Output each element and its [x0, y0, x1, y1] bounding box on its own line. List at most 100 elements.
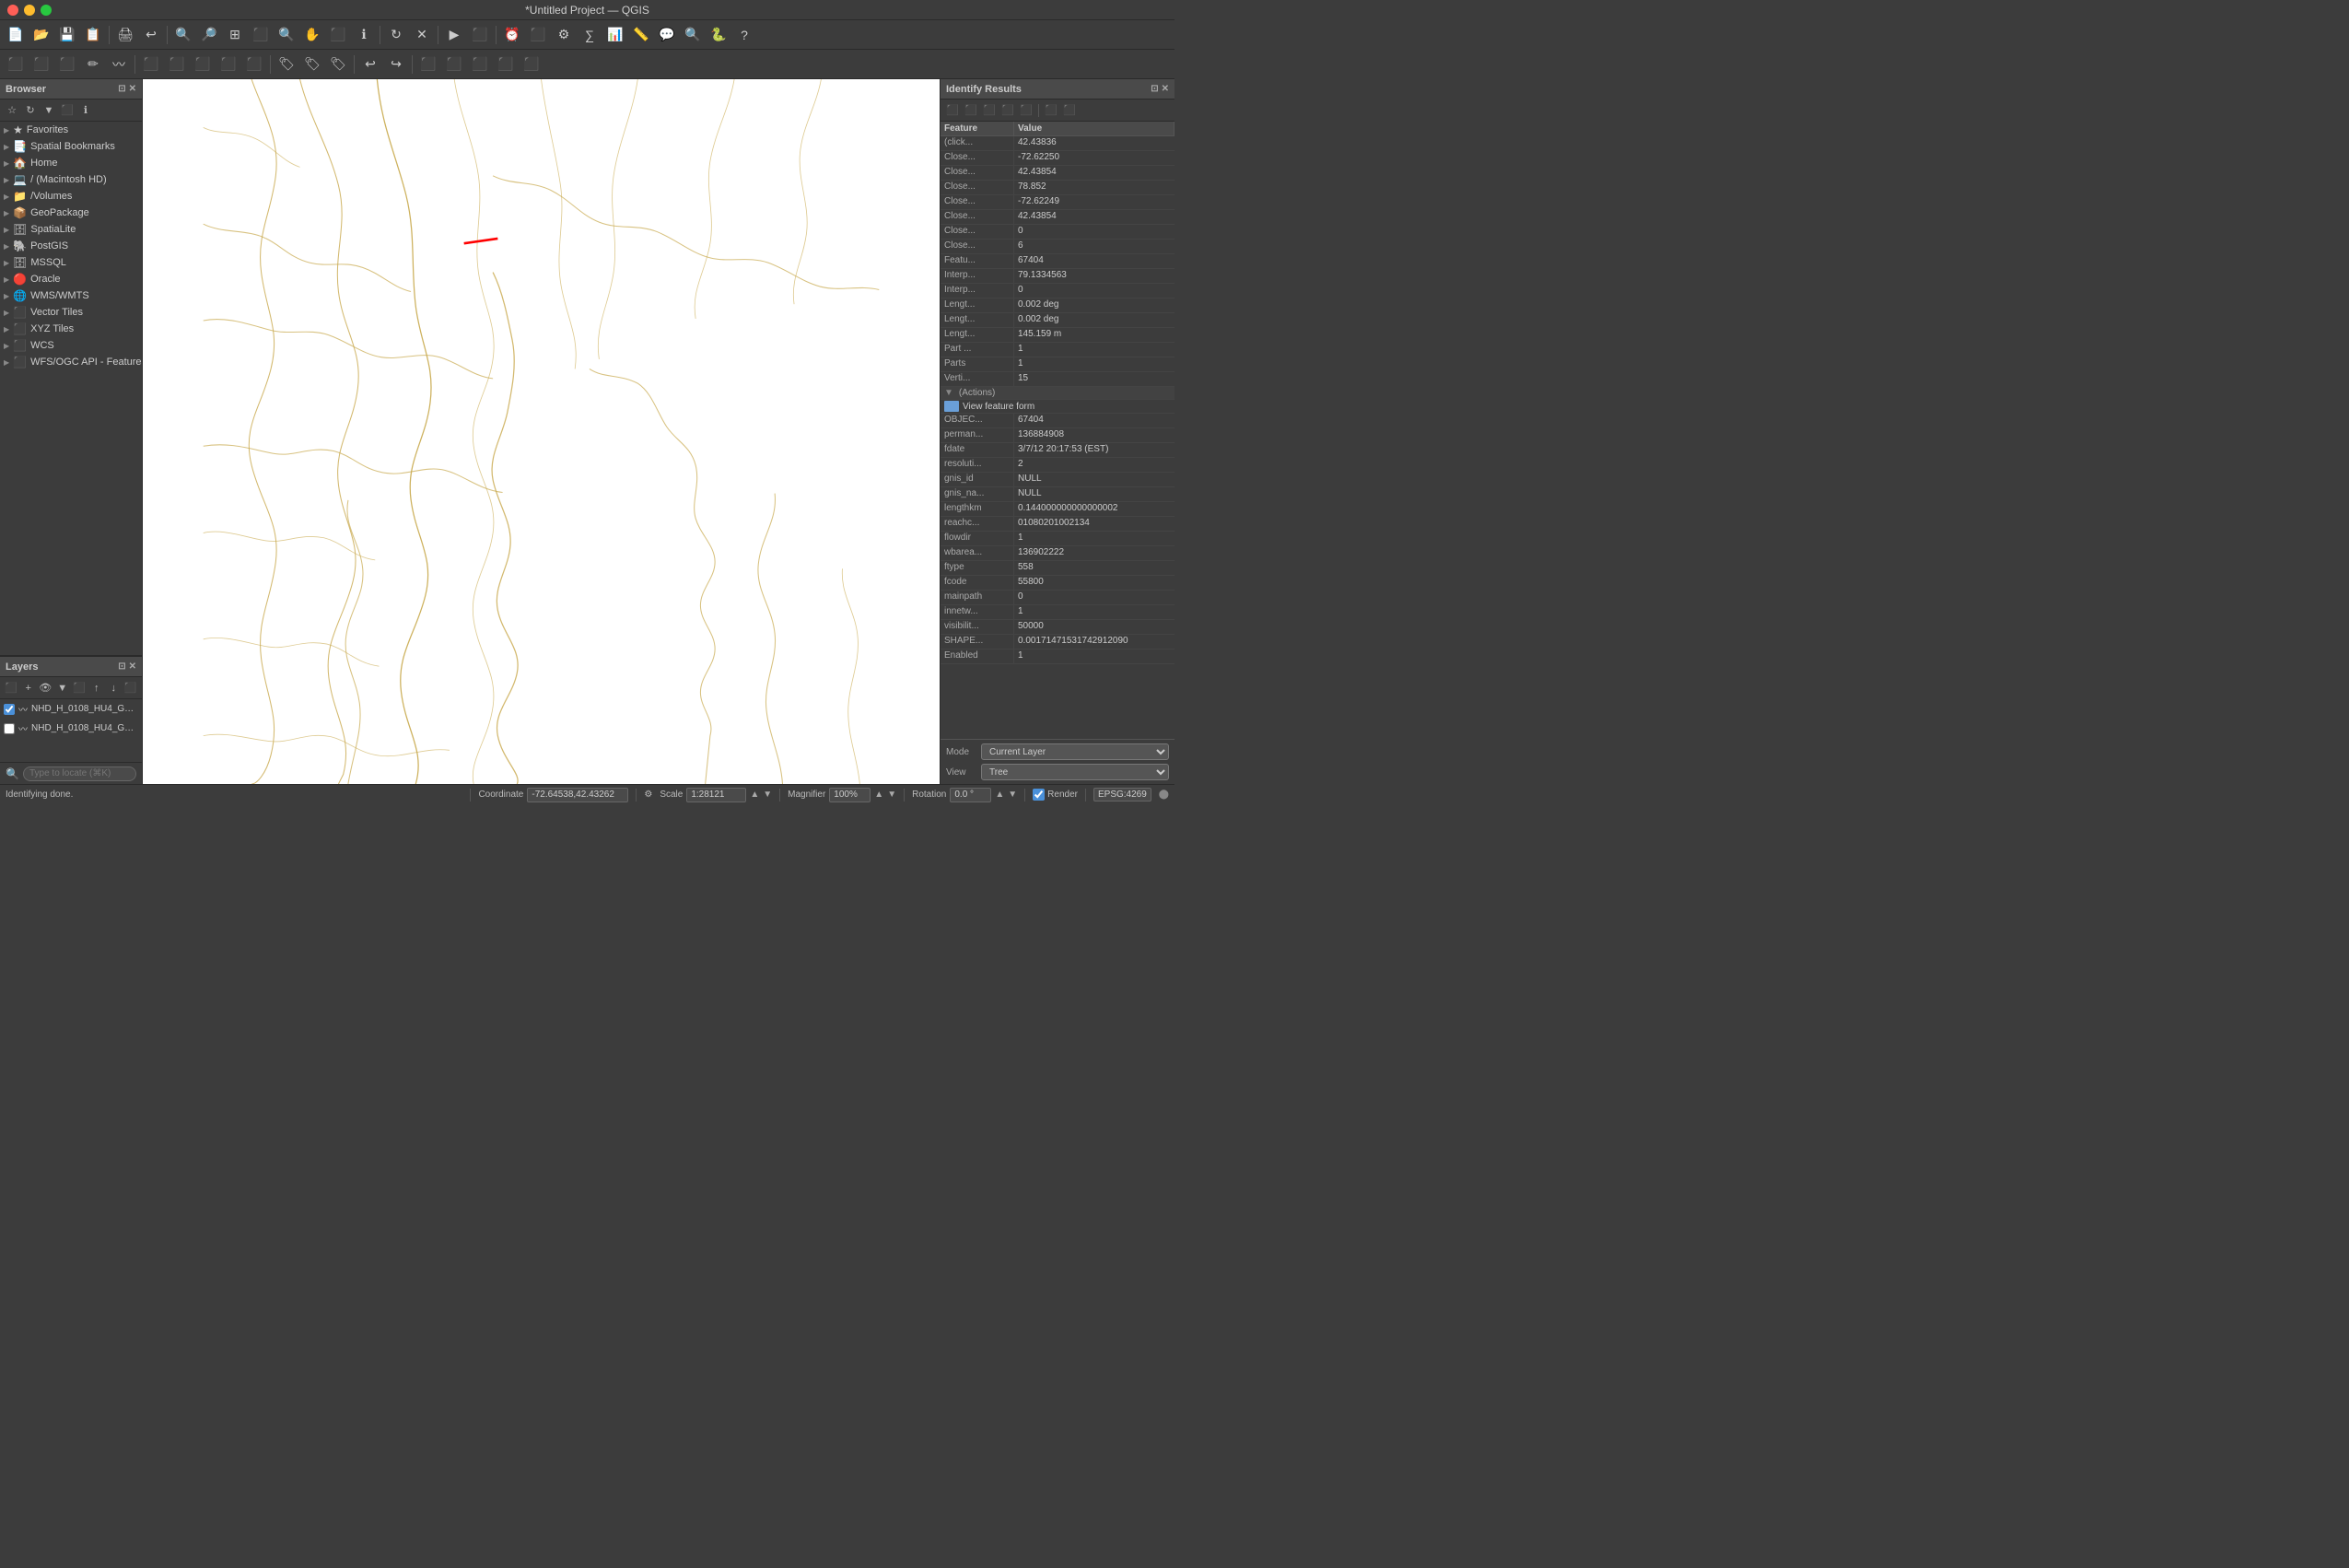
- browser-filter-btn[interactable]: ▼: [41, 102, 57, 119]
- browser-close-button[interactable]: ✕: [129, 84, 136, 94]
- ir-row-mainpath[interactable]: mainpath 0: [941, 591, 1174, 605]
- ir-row-8[interactable]: Interp... 79.1334563: [941, 269, 1174, 284]
- digitize-btn-2[interactable]: 〰: [107, 53, 131, 76]
- rotation-spinner-down[interactable]: ▼: [1008, 790, 1017, 800]
- ir-row-ftype[interactable]: ftype 558: [941, 561, 1174, 576]
- magnifier-spinner-up[interactable]: ▲: [874, 790, 883, 800]
- ir-row-reachc[interactable]: reachc... 01080201002134: [941, 517, 1174, 532]
- ir-row-11[interactable]: Lengt... 0.002 deg: [941, 313, 1174, 328]
- zoom-selection-button[interactable]: 🔍: [275, 23, 298, 47]
- label-btn-3[interactable]: 🏷: [326, 53, 350, 76]
- browser-item-wcs[interactable]: ▶ ⬛ WCS: [0, 337, 142, 354]
- digitize-btn-1[interactable]: ✏: [81, 53, 105, 76]
- magnifier-spinner-down[interactable]: ▼: [887, 790, 896, 800]
- rotation-spinner-up[interactable]: ▲: [995, 790, 1004, 800]
- ir-row-innetw[interactable]: innetw... 1: [941, 605, 1174, 620]
- ir-clear-btn[interactable]: ⬛: [1043, 102, 1059, 119]
- measure-button[interactable]: 📏: [629, 23, 653, 47]
- zoom-in-button[interactable]: 🔍: [171, 23, 195, 47]
- browser-item-favorites[interactable]: ▶ ★ Favorites: [0, 122, 142, 138]
- ir-row-10[interactable]: Lengt... 0.002 deg: [941, 298, 1174, 313]
- settings-button[interactable]: ⚙: [552, 23, 576, 47]
- browser-item-xyz-tiles[interactable]: ▶ ⬛ XYZ Tiles: [0, 321, 142, 337]
- search-locator-button[interactable]: 🔍: [681, 23, 705, 47]
- browser-item-wfs[interactable]: ▶ ⬛ WFS/OGC API - Features: [0, 354, 142, 370]
- layer-btn-1[interactable]: ⬛: [4, 53, 28, 76]
- digitize-btn-3[interactable]: ⬛: [139, 53, 163, 76]
- ir-row-shape[interactable]: SHAPE... 0.00171471531742912090: [941, 635, 1174, 649]
- ir-close-button[interactable]: ✕: [1162, 84, 1169, 94]
- ir-row-fcode[interactable]: fcode 55800: [941, 576, 1174, 591]
- misc-btn-2[interactable]: ⬛: [442, 53, 466, 76]
- layers-visibility-btn[interactable]: 👁: [38, 680, 53, 696]
- ir-row-0[interactable]: Close... -72.62250: [941, 151, 1174, 166]
- magnifier-input[interactable]: [829, 788, 871, 802]
- layer-item-nhd-flow[interactable]: 〰 NHD_H_0108_HU4_GDB — NHDFlow...: [0, 719, 142, 738]
- zoom-layer-button[interactable]: ⬛: [249, 23, 273, 47]
- ir-expand-all-btn[interactable]: ⬛: [944, 102, 961, 119]
- misc-btn-4[interactable]: ⬛: [494, 53, 518, 76]
- scale-spinner-down[interactable]: ▼: [763, 790, 772, 800]
- browser-item-vector-tiles[interactable]: ▶ ⬛ Vector Tiles: [0, 304, 142, 321]
- ir-row-5[interactable]: Close... 0: [941, 225, 1174, 240]
- ir-highlight-btn[interactable]: ⬛: [1061, 102, 1078, 119]
- digitize-btn-6[interactable]: ⬛: [216, 53, 240, 76]
- print-layout-button[interactable]: 🖨: [113, 23, 137, 47]
- ir-row-resolution[interactable]: resoluti... 2: [941, 458, 1174, 473]
- tile-button[interactable]: ⬛: [526, 23, 550, 47]
- ir-row-13[interactable]: Part ... 1: [941, 343, 1174, 357]
- pan-button[interactable]: ✋: [300, 23, 324, 47]
- ir-row-visibility[interactable]: visibilit... 50000: [941, 620, 1174, 635]
- layers-up-btn[interactable]: ↑: [89, 680, 105, 696]
- ir-row-15[interactable]: Verti... 15: [941, 372, 1174, 387]
- crs-badge[interactable]: EPSG:4269: [1093, 788, 1151, 802]
- layers-remove-btn[interactable]: ⬛: [123, 680, 139, 696]
- save-project-button[interactable]: 💾: [55, 23, 79, 47]
- undo-redo-2[interactable]: ↪: [384, 53, 408, 76]
- browser-info-btn[interactable]: ℹ: [77, 102, 94, 119]
- label-btn-2[interactable]: 🏷: [300, 53, 324, 76]
- layers-down-btn[interactable]: ↓: [106, 680, 122, 696]
- browser-item-macintosh[interactable]: ▶ 💻 / (Macintosh HD): [0, 171, 142, 188]
- misc-btn-1[interactable]: ⬛: [416, 53, 440, 76]
- identify-button[interactable]: ℹ: [352, 23, 376, 47]
- layers-more-btn[interactable]: ⬛: [72, 680, 88, 696]
- ir-row-1[interactable]: Close... 42.43854: [941, 166, 1174, 181]
- layer-checkbox-nhd-hi[interactable]: [4, 704, 15, 715]
- scale-input[interactable]: [686, 788, 746, 802]
- layers-add-btn[interactable]: +: [21, 680, 37, 696]
- ir-row-12[interactable]: Lengt... 145.159 m: [941, 328, 1174, 343]
- clock-button[interactable]: ⏰: [500, 23, 524, 47]
- browser-item-volumes[interactable]: ▶ 📁 /Volumes: [0, 188, 142, 205]
- misc-btn-3[interactable]: ⬛: [468, 53, 492, 76]
- browser-favorites-btn[interactable]: ☆: [4, 102, 20, 119]
- ir-row-wbarea[interactable]: wbarea... 136902222: [941, 546, 1174, 561]
- ir-view-select[interactable]: Tree Table: [981, 764, 1169, 780]
- maximize-button[interactable]: [41, 5, 52, 16]
- layer-item-nhd-hi[interactable]: 〰 NHD_H_0108_HU4_GDB — NHDF...: [0, 699, 142, 719]
- help-button[interactable]: ?: [732, 23, 756, 47]
- map-canvas[interactable]: [143, 79, 940, 784]
- layers-open-btn[interactable]: ⬛: [4, 680, 19, 696]
- ir-collapse-all-btn[interactable]: ⬛: [963, 102, 979, 119]
- annotation-button[interactable]: 💬: [655, 23, 679, 47]
- browser-item-spatial-bookmarks[interactable]: ▶ 📑 Spatial Bookmarks: [0, 138, 142, 155]
- ir-copy-btn[interactable]: ⬛: [999, 102, 1016, 119]
- open-project-button[interactable]: 📂: [29, 23, 53, 47]
- browser-item-spatialite[interactable]: ▶ 🗄 SpatiaLite: [0, 221, 142, 238]
- search-input[interactable]: [23, 766, 136, 781]
- ir-row-3[interactable]: Close... -72.62249: [941, 195, 1174, 210]
- select-rect-button[interactable]: ⬛: [468, 23, 492, 47]
- browser-collapse-btn[interactable]: ⬛: [59, 102, 76, 119]
- coordinate-input[interactable]: [527, 788, 628, 802]
- save-as-button[interactable]: 📋: [81, 23, 105, 47]
- ir-row-click[interactable]: (click... 42.43836: [941, 136, 1174, 151]
- zoom-out-button[interactable]: 🔎: [197, 23, 221, 47]
- digitize-btn-4[interactable]: ⬛: [165, 53, 189, 76]
- ir-row-14[interactable]: Parts 1: [941, 357, 1174, 372]
- ir-row-flowdir[interactable]: flowdir 1: [941, 532, 1174, 546]
- browser-item-postgis[interactable]: ▶ 🐘 PostGIS: [0, 238, 142, 254]
- stats-button[interactable]: ∑: [578, 23, 602, 47]
- minimize-button[interactable]: [24, 5, 35, 16]
- new-project-button[interactable]: 📄: [4, 23, 28, 47]
